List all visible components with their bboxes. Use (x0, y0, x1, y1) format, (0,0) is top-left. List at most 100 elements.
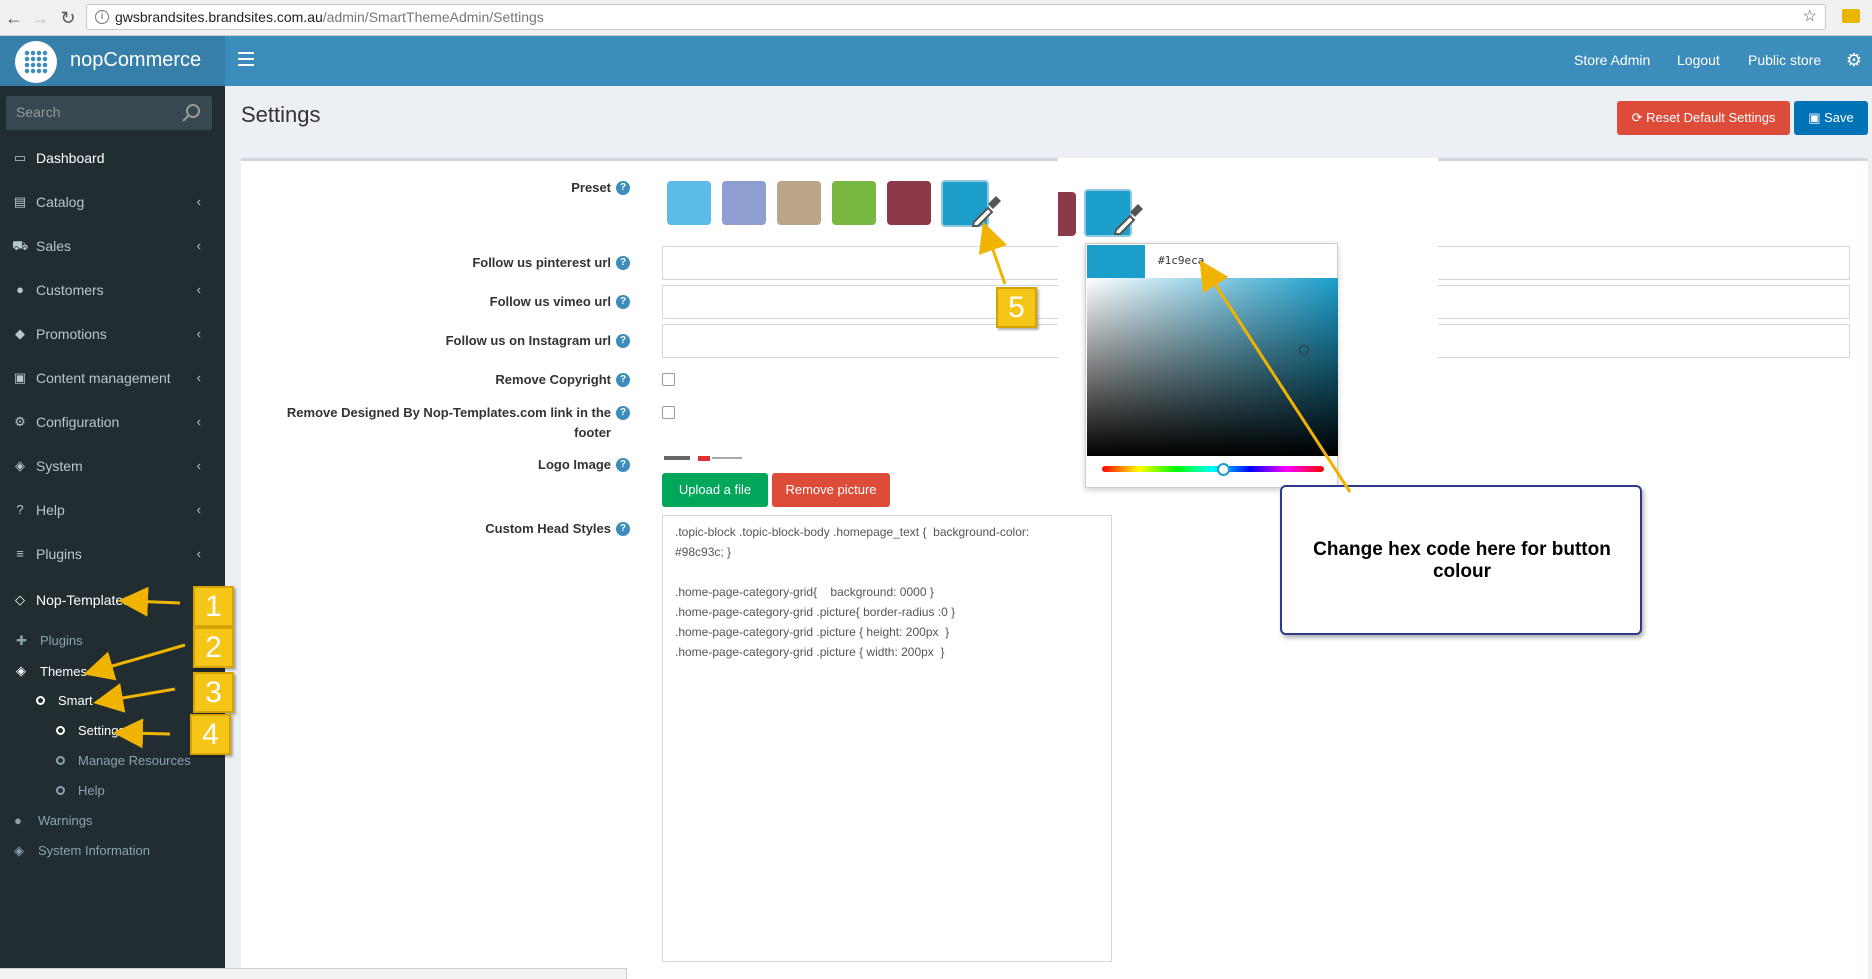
upload-file-button[interactable]: Upload a file (662, 473, 768, 507)
layers-icon: ◈ (16, 663, 26, 678)
sidebar-item-nop-templates[interactable]: ◇ Nop-Templates (0, 580, 225, 620)
saturation-value-area[interactable] (1087, 278, 1338, 456)
gears-icon: ⚙ (14, 414, 26, 429)
sidebar-item-catalog[interactable]: ▤ Catalog ‹ (0, 182, 225, 222)
logo[interactable]: nopCommerce (0, 36, 225, 86)
submenu-themes[interactable]: Themes (40, 664, 87, 679)
menu-toggle-icon[interactable] (238, 52, 254, 66)
help-icon[interactable]: ? (616, 334, 630, 348)
public-store-link[interactable]: Public store (1748, 52, 1821, 68)
back-icon[interactable]: ← (2, 6, 26, 30)
info-icon[interactable]: i (95, 10, 109, 24)
remove-picture-button[interactable]: Remove picture (772, 473, 890, 507)
sidebar-item-sales[interactable]: ⛟ Sales ‹ (0, 226, 225, 266)
cube-icon: ◈ (15, 458, 25, 473)
sidebar-item-help[interactable]: ? Help ‹ (0, 490, 225, 530)
preset-swatch-5-copy (1058, 192, 1076, 236)
help-icon[interactable]: ? (616, 256, 630, 270)
diamond-icon: ◇ (15, 592, 25, 607)
save-button[interactable]: ▣ Save (1794, 101, 1868, 135)
sidebar-item-label: Help (36, 502, 65, 518)
address-bar[interactable]: i gwsbrandsites.brandsites.com.au/admin/… (86, 4, 1826, 30)
sidebar-item-content-management[interactable]: ▣ Content management ‹ (0, 358, 225, 398)
eyedropper-icon[interactable] (968, 192, 1004, 228)
submenu-system-information[interactable]: System Information (38, 843, 150, 858)
preset-swatch-2[interactable] (722, 181, 766, 225)
extension-icon[interactable] (1842, 9, 1860, 23)
sidebar-item-configuration[interactable]: ⚙ Configuration ‹ (0, 402, 225, 442)
annotation-callout: Change hex code here for button colour (1280, 485, 1642, 635)
hue-slider[interactable] (1102, 466, 1324, 472)
preset-swatch-1[interactable] (667, 181, 711, 225)
remove-designed-checkbox[interactable] (662, 406, 675, 419)
circle-icon (36, 696, 45, 705)
submenu-smart[interactable]: Smart (58, 693, 93, 708)
help-icon[interactable]: ? (616, 373, 630, 387)
submenu-settings[interactable]: Settings (78, 723, 125, 738)
custom-head-styles-textarea[interactable]: .topic-block .topic-block-body .homepage… (662, 515, 1112, 962)
circle-icon (56, 726, 65, 735)
preset-swatch-3[interactable] (777, 181, 821, 225)
bookmark-star-icon[interactable]: ☆ (1803, 5, 1817, 29)
search-input[interactable]: Search (6, 96, 212, 130)
sidebar-item-label: Sales (36, 238, 72, 254)
step-badge-2: 2 (193, 627, 234, 668)
reload-icon[interactable]: ↻ (56, 6, 80, 30)
nopcommerce-logo-icon (15, 41, 57, 83)
url-host: gwsbrandsites.brandsites.com.au (115, 9, 323, 25)
sidebar-item-plugins[interactable]: ≡ Plugins ‹ (0, 534, 225, 574)
step-badge-5: 5 (996, 287, 1037, 328)
search-icon[interactable] (180, 102, 202, 124)
question-icon: ? (16, 502, 24, 517)
sidebar-item-promotions[interactable]: ◆ Promotions ‹ (0, 314, 225, 354)
submenu-manage-resources[interactable]: Manage Resources (78, 753, 191, 768)
book-icon: ▤ (13, 194, 27, 209)
cubes-icon: ▣ (13, 370, 27, 385)
sidebar-item-label: Customers (36, 282, 104, 298)
tags-icon: ◆ (15, 326, 25, 341)
reset-default-settings-button[interactable]: ⟳ Reset Default Settings (1617, 101, 1790, 135)
forward-icon[interactable]: → (28, 6, 52, 30)
puzzle-icon: ✚ (16, 633, 27, 648)
logo-thumbnail (664, 456, 742, 461)
search-placeholder: Search (16, 104, 61, 120)
sidebar-item-dashboard[interactable]: ▭ Dashboard (0, 138, 225, 178)
preset-swatch-4[interactable] (832, 181, 876, 225)
remove-copyright-checkbox[interactable] (662, 373, 675, 386)
submenu-help[interactable]: Help (78, 783, 105, 798)
sidebar-item-label: Content management (36, 370, 171, 386)
sidebar-item-label: System (36, 458, 83, 474)
sidebar-item-system[interactable]: ◈ System ‹ (0, 446, 225, 486)
desktop-icon: ▭ (13, 150, 27, 165)
store-admin-link[interactable]: Store Admin (1574, 52, 1650, 68)
chevron-left-icon: ‹ (196, 546, 201, 561)
chevron-left-icon: ‹ (196, 502, 201, 517)
sv-handle[interactable] (1299, 345, 1309, 355)
sidebar-item-label: Nop-Templates (36, 592, 131, 608)
chevron-left-icon: ‹ (196, 370, 201, 385)
chevron-left-icon: ‹ (196, 238, 201, 253)
warning-icon: ● (14, 813, 22, 828)
url-path: /admin/SmartThemeAdmin/Settings (322, 9, 544, 25)
chevron-left-icon: ‹ (196, 458, 201, 473)
preset-swatch-5[interactable] (887, 181, 931, 225)
help-icon[interactable]: ? (616, 406, 630, 420)
gears-icon[interactable]: ⚙ (1846, 50, 1862, 71)
help-icon[interactable]: ? (616, 522, 630, 536)
eyedropper-icon[interactable] (1110, 200, 1146, 236)
hue-handle[interactable] (1217, 463, 1230, 476)
help-icon[interactable]: ? (616, 458, 630, 472)
sidebar-item-label: Promotions (36, 326, 107, 342)
help-icon[interactable]: ? (616, 181, 630, 195)
color-picker[interactable]: #1c9eca (1085, 243, 1338, 488)
chevron-left-icon: ‹ (196, 414, 201, 429)
hex-input[interactable]: #1c9eca (1158, 254, 1204, 267)
logout-link[interactable]: Logout (1677, 52, 1720, 68)
floppy-icon: ▣ (1808, 110, 1825, 125)
submenu-plugins[interactable]: Plugins (40, 633, 83, 648)
sidebar-item-customers[interactable]: ● Customers ‹ (0, 270, 225, 310)
help-icon[interactable]: ? (616, 295, 630, 309)
chevron-left-icon: ‹ (196, 194, 201, 209)
submenu-warnings[interactable]: Warnings (38, 813, 92, 828)
top-navbar: nopCommerce Store Admin Logout Public st… (0, 36, 1872, 86)
